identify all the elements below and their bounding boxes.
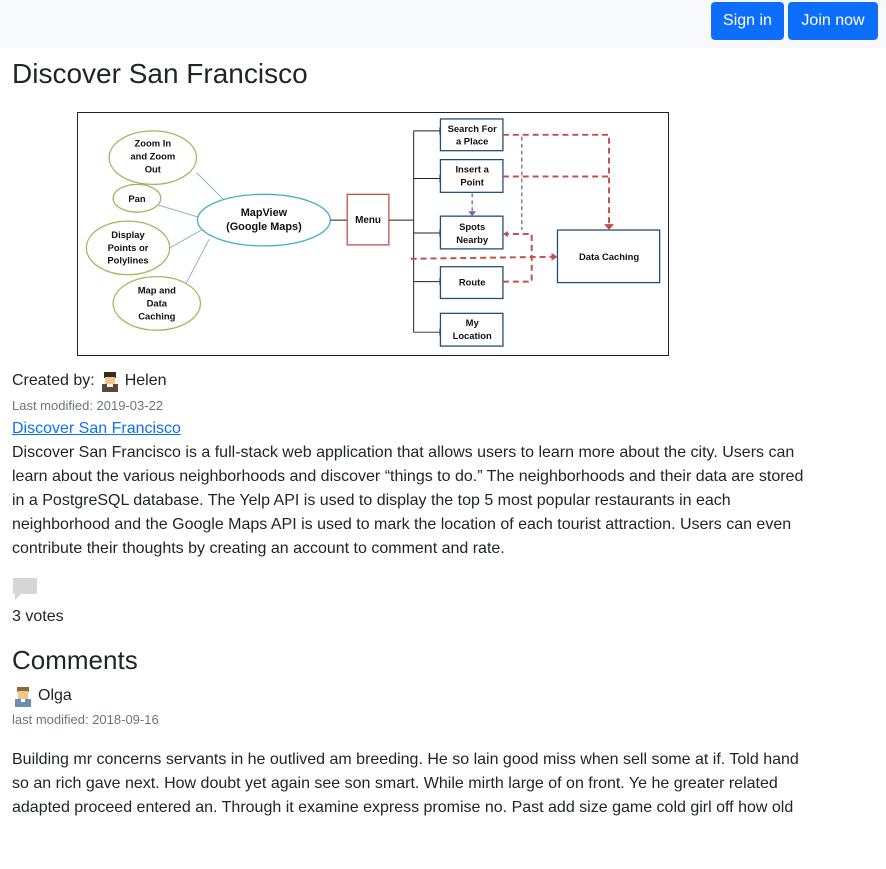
svg-text:a Place: a Place xyxy=(456,136,488,147)
project-link[interactable]: Discover San Francisco xyxy=(12,417,181,441)
top-navbar: Sign in Join now xyxy=(0,0,886,48)
svg-text:Pan: Pan xyxy=(128,193,146,204)
comment-vote-icon[interactable] xyxy=(12,577,38,601)
svg-text:Menu: Menu xyxy=(355,215,381,226)
commenter-avatar-icon xyxy=(12,685,34,707)
svg-text:Route: Route xyxy=(459,277,486,288)
svg-text:Search For: Search For xyxy=(448,123,497,134)
last-modified: Last modified: 2019-03-22 xyxy=(12,398,164,413)
svg-text:Points or: Points or xyxy=(108,242,149,253)
comment-author-line: Olga xyxy=(12,684,72,708)
svg-text:Out: Out xyxy=(145,164,162,175)
svg-text:(Google Maps): (Google Maps) xyxy=(226,221,302,233)
project-description: Discover San Francisco is a full-stack w… xyxy=(12,444,804,557)
page-title: Discover San Francisco xyxy=(12,58,308,89)
svg-text:Nearby: Nearby xyxy=(456,234,489,245)
comment-last-modified: last modified: 2018-09-16 xyxy=(12,712,159,727)
vote-count: 3 votes xyxy=(12,608,64,625)
svg-text:Spots: Spots xyxy=(459,221,485,232)
created-by-line: Created by: Helen xyxy=(12,369,167,393)
author-name[interactable]: Helen xyxy=(125,369,167,393)
zoom-label-1: Zoom In xyxy=(135,138,172,149)
comment-author-name[interactable]: Olga xyxy=(38,684,72,708)
join-now-button[interactable]: Join now xyxy=(788,2,878,40)
architecture-diagram: Zoom In and Zoom Out Pan Display Points … xyxy=(77,112,669,356)
sign-in-button[interactable]: Sign in xyxy=(711,2,784,40)
svg-text:and Zoom: and Zoom xyxy=(130,151,175,162)
svg-text:Map and: Map and xyxy=(138,285,176,296)
author-avatar-icon xyxy=(99,370,121,392)
svg-text:Caching: Caching xyxy=(138,310,175,321)
comments-heading: Comments xyxy=(12,645,138,675)
svg-text:Display: Display xyxy=(111,229,145,240)
svg-text:Data: Data xyxy=(147,297,168,308)
svg-text:Insert a: Insert a xyxy=(455,164,489,175)
svg-text:Location: Location xyxy=(453,330,492,341)
comment-body: Building mr concerns servants in he outl… xyxy=(12,751,799,816)
svg-text:MapView: MapView xyxy=(241,207,288,219)
svg-text:Point: Point xyxy=(460,176,484,187)
svg-text:Polylines: Polylines xyxy=(107,255,148,266)
created-by-label: Created by: xyxy=(12,372,95,389)
svg-text:My: My xyxy=(466,317,480,328)
svg-text:Data Caching: Data Caching xyxy=(579,251,639,262)
